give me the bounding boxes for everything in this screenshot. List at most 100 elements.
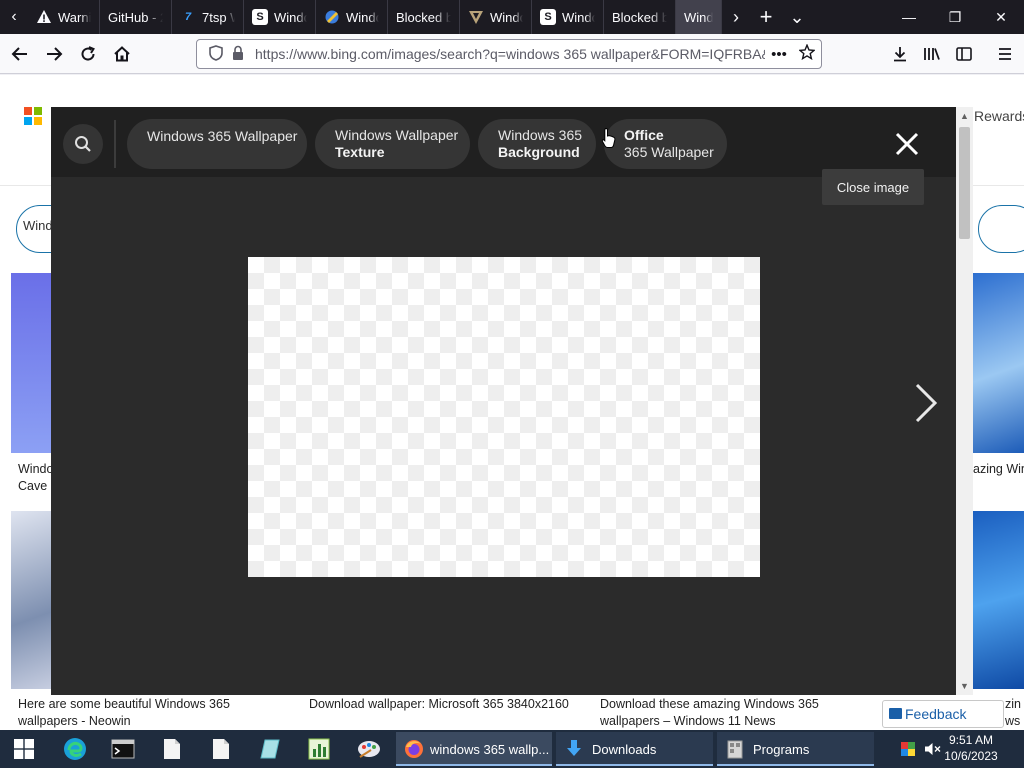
close-window-button[interactable]: ✕ — [978, 0, 1024, 34]
chevron-down-icon: ⌄ — [789, 6, 805, 27]
restore-button[interactable]: ❐ — [932, 0, 978, 34]
tab-github[interactable]: GitHub - 2 — [100, 0, 172, 34]
tab-label: Warning — [58, 9, 91, 25]
image-result-thumbnail[interactable] — [11, 273, 51, 453]
tab-blocked-1[interactable]: Blocked by — [388, 0, 460, 34]
chip-label-bold: Texture — [335, 144, 385, 160]
related-search-chip[interactable]: Windows Wallpaper Texture — [315, 119, 470, 169]
system-clock[interactable]: 9:51 AM 10/6/2023 — [940, 732, 1002, 766]
downloads-button[interactable] — [884, 38, 916, 70]
shield-icon[interactable] — [205, 44, 227, 64]
feedback-icon — [889, 708, 902, 719]
s-letter-icon: S — [252, 9, 268, 25]
document-taskbar-icon-2[interactable] — [205, 733, 237, 765]
sidebar-icon — [956, 47, 972, 61]
scroll-down-arrow-icon[interactable]: ▼ — [959, 680, 970, 692]
tab-warning[interactable]: Warning — [28, 0, 100, 34]
scrollbar-thumb[interactable] — [959, 127, 970, 239]
minimize-button[interactable]: — — [886, 0, 932, 34]
home-icon — [114, 45, 130, 61]
preview-image-transparent-checkerboard[interactable] — [248, 257, 760, 577]
tab-label: Windows — [562, 9, 595, 25]
tab-windows-active[interactable]: Windows — [676, 0, 722, 34]
document-taskbar-icon[interactable] — [156, 733, 188, 765]
chip-label: Windows 365 Wallpaper — [147, 128, 298, 144]
image-result-caption[interactable]: Download these amazing Windows 365 wallp… — [600, 696, 850, 730]
taskbar-app-downloads[interactable]: Downloads — [556, 732, 713, 766]
tab-label: GitHub - 2 — [108, 9, 163, 25]
tab-7tsp[interactable]: 7 7tsp W — [172, 0, 244, 34]
back-button[interactable] — [4, 38, 36, 70]
image-result-caption[interactable]: Here are some beautiful Windows 365 wall… — [18, 696, 268, 730]
notepad-taskbar-icon[interactable] — [254, 733, 286, 765]
app-menu-button[interactable] — [989, 38, 1021, 70]
library-icon — [924, 48, 940, 60]
close-icon: ✕ — [995, 8, 1007, 25]
navigation-toolbar: https://www.bing.com/images/search?q=win… — [0, 34, 1024, 74]
page-actions-menu-icon[interactable]: ••• — [765, 46, 793, 63]
page-scrollbar[interactable]: ▲ ▼ — [956, 107, 973, 695]
image-result-caption[interactable]: zin ws 1 — [1005, 696, 1024, 730]
tab-windows-1[interactable]: S Windows — [244, 0, 316, 34]
chevron-left-icon: ‹ — [11, 8, 17, 25]
next-image-chevron-icon[interactable] — [913, 382, 939, 424]
rewards-link[interactable]: Rewards — [974, 108, 1024, 124]
clock-time: 9:51 AM — [948, 733, 994, 747]
related-search-chip[interactable]: Windows 365 Background — [478, 119, 596, 169]
s-letter-icon: S — [540, 9, 556, 25]
sidebar-button[interactable] — [948, 38, 980, 70]
feedback-button[interactable]: Feedback — [882, 700, 1004, 728]
open-app-indicator — [717, 764, 874, 766]
reload-button[interactable] — [72, 38, 104, 70]
taskbar-app-label: windows 365 wallp... — [430, 741, 550, 757]
start-button[interactable] — [8, 733, 40, 765]
close-image-button[interactable] — [892, 129, 922, 159]
image-result-thumbnail[interactable] — [973, 511, 1024, 689]
firefox-icon — [405, 740, 423, 758]
tab-label: Windows — [684, 9, 713, 25]
tab-windows-2[interactable]: Windows — [316, 0, 388, 34]
tab-label: Windows — [346, 9, 379, 25]
windows-logo-icon — [14, 739, 34, 759]
forward-arrow-icon — [47, 46, 63, 61]
taskbar-app-firefox[interactable]: windows 365 wallp... — [396, 732, 552, 766]
new-tab-button[interactable]: + — [750, 0, 782, 34]
scroll-up-arrow-icon[interactable]: ▲ — [959, 110, 970, 122]
tab-blocked-2[interactable]: Blocked by — [604, 0, 676, 34]
active-app-indicator — [396, 764, 552, 766]
taskbar-app-programs[interactable]: Programs — [717, 732, 874, 766]
related-search-chip[interactable]: Windows 365 Wallpaper — [127, 119, 307, 169]
image-result-caption[interactable]: Windo Cave — [18, 461, 52, 495]
image-result-thumbnail[interactable] — [11, 511, 51, 689]
paint-taskbar-icon[interactable] — [353, 733, 385, 765]
forward-button[interactable] — [38, 38, 70, 70]
tab-windows-3[interactable]: Windows — [460, 0, 532, 34]
list-all-tabs-button[interactable]: ⌄ — [782, 0, 812, 34]
tab-scroll-right-button[interactable]: › — [722, 0, 750, 34]
overlay-search-button[interactable] — [63, 124, 103, 164]
hamburger-menu-icon — [999, 48, 1011, 60]
edge-taskbar-icon[interactable] — [59, 733, 91, 765]
7tsp-icon: 7 — [184, 11, 192, 23]
microsoft-logo-icon[interactable] — [24, 107, 42, 125]
chip-label-bold: Office — [624, 127, 664, 143]
home-button[interactable] — [106, 38, 138, 70]
terminal-taskbar-icon[interactable] — [107, 733, 139, 765]
url-text[interactable]: https://www.bing.com/images/search?q=win… — [255, 46, 765, 62]
image-result-caption[interactable]: Download wallpaper: Microsoft 365 3840x2… — [309, 696, 579, 713]
url-bar[interactable]: https://www.bing.com/images/search?q=win… — [196, 39, 822, 69]
chart-app-taskbar-icon[interactable] — [303, 733, 335, 765]
library-button[interactable] — [916, 38, 948, 70]
bookmark-star-icon[interactable] — [793, 43, 821, 64]
tab-windows-4[interactable]: S Windows — [532, 0, 604, 34]
tab-label: Windows — [274, 9, 307, 25]
hand-cursor-icon — [601, 127, 616, 148]
related-search-pill-right[interactable] — [978, 205, 1024, 253]
image-result-caption[interactable]: azing Win — [973, 461, 1024, 478]
image-result-thumbnail[interactable] — [973, 273, 1024, 453]
tab-scroll-left-button[interactable]: ‹ — [0, 0, 28, 34]
tab-strip: ‹ Warning GitHub - 2 7 7tsp W S Windows … — [0, 0, 1024, 34]
related-search-chip[interactable]: Office 365 Wallpaper — [604, 119, 727, 169]
lock-icon[interactable] — [227, 45, 249, 64]
color-app-tray-icon[interactable] — [900, 741, 916, 757]
